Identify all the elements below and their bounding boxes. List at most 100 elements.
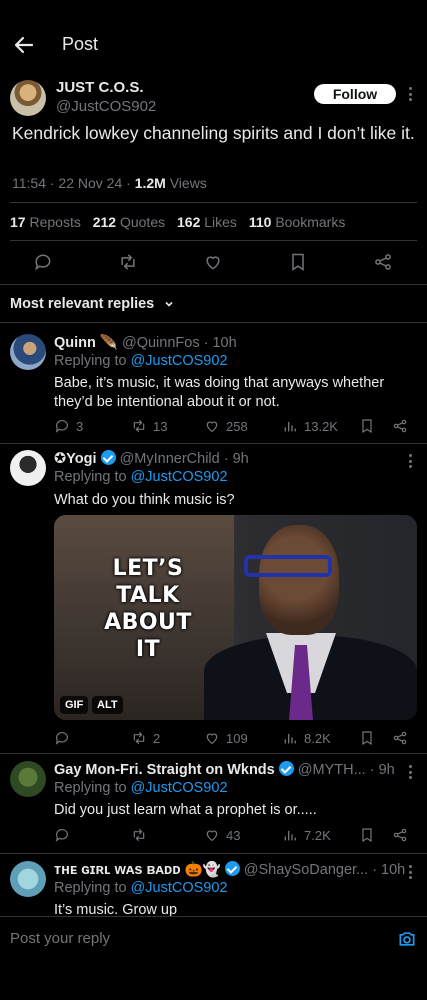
- views-count: 7.2K: [304, 827, 331, 843]
- reposts-stat[interactable]: 17 Reposts: [10, 214, 81, 230]
- gif-figure-head: [259, 525, 339, 635]
- reply-icon: [55, 420, 68, 433]
- divider: [0, 322, 427, 323]
- replying-to: Replying to @JustCOS902: [54, 780, 228, 796]
- share-icon[interactable]: [392, 827, 408, 843]
- like-button[interactable]: 109: [204, 730, 248, 746]
- bookmark-icon[interactable]: [359, 730, 375, 746]
- reply-input[interactable]: [10, 930, 380, 947]
- like-count: 43: [226, 827, 241, 843]
- replying-handle-link[interactable]: @JustCOS902: [131, 353, 228, 369]
- reply-author-name[interactable]: Gay Mon-Fri. Straight on Wknds: [54, 762, 275, 778]
- post-text: Kendrick lowkey channeling spirits and I…: [12, 123, 415, 143]
- like-button[interactable]: 258: [204, 418, 248, 434]
- share-icon[interactable]: [392, 418, 408, 434]
- reply-text: What do you think music is?: [54, 492, 235, 508]
- author-avatar[interactable]: [10, 80, 46, 116]
- divider: [10, 240, 417, 241]
- gif-figure-glasses: [244, 555, 332, 577]
- reply-button[interactable]: [54, 827, 76, 843]
- post-stats: 17 Reposts 212 Quotes 162 Likes 110 Book…: [10, 214, 345, 230]
- reply-avatar[interactable]: [10, 334, 46, 370]
- views-icon: [284, 422, 296, 432]
- reply-item[interactable]: Quinn 🪶 @QuinnFos · 10h Replying to @Jus…: [0, 334, 427, 442]
- share-icon[interactable]: [392, 730, 408, 746]
- reply-handle: @ShaySoDanger...: [243, 862, 369, 878]
- reposts-label: Reposts: [29, 214, 81, 230]
- reply-author-name[interactable]: ᴛʜᴇ ɢɪʀʟ ᴡᴀs ʙᴀᴅᴅ 🎃👻: [54, 862, 221, 878]
- reply-header: ᴛʜᴇ ɢɪʀʟ ᴡᴀs ʙᴀᴅᴅ 🎃👻 @ShaySoDanger... · …: [54, 861, 409, 878]
- reply-author-name[interactable]: ✪Yogi: [54, 451, 97, 467]
- views-label: Views: [165, 175, 207, 191]
- views-button[interactable]: 13.2K: [282, 418, 338, 434]
- reply-header: ✪Yogi @MyInnerChild · 9h: [54, 450, 249, 467]
- author-name[interactable]: JUST C.O.S.: [56, 79, 144, 96]
- more-icon[interactable]: [408, 454, 412, 468]
- like-icon: [206, 421, 218, 433]
- likes-stat[interactable]: 162 Likes: [177, 214, 237, 230]
- repost-icon[interactable]: [118, 252, 138, 272]
- repost-count: 13: [153, 418, 168, 434]
- views-button[interactable]: 7.2K: [282, 827, 331, 843]
- more-icon[interactable]: [408, 87, 412, 101]
- quotes-label: Quotes: [119, 214, 166, 230]
- views-button[interactable]: 8.2K: [282, 730, 331, 746]
- back-arrow-icon[interactable]: [12, 33, 36, 57]
- reply-item[interactable]: ✪Yogi @MyInnerChild · 9h Replying to @Ju…: [0, 450, 427, 750]
- quotes-stat[interactable]: 212 Quotes: [93, 214, 165, 230]
- reply-item[interactable]: Gay Mon-Fri. Straight on Wknds @MYTH... …: [0, 761, 427, 851]
- camera-icon[interactable]: [397, 929, 417, 949]
- reply-gif[interactable]: LET’S TALK ABOUT IT GIF ALT: [54, 515, 417, 720]
- replying-prefix: Replying to: [54, 353, 131, 369]
- bookmark-icon[interactable]: [288, 252, 308, 272]
- replying-handle-link[interactable]: @JustCOS902: [131, 880, 228, 896]
- repost-button[interactable]: 2: [131, 730, 160, 746]
- repost-button[interactable]: [131, 827, 153, 843]
- gif-tag: GIF: [60, 696, 89, 714]
- repost-icon: [133, 829, 145, 841]
- author-handle[interactable]: @JustCOS902: [56, 98, 156, 115]
- repost-icon: [133, 732, 145, 744]
- likes-label: Likes: [204, 214, 237, 230]
- reply-item[interactable]: ᴛʜᴇ ɢɪʀʟ ᴡᴀs ʙᴀᴅᴅ 🎃👻 @ShaySoDanger... · …: [0, 861, 427, 916]
- bookmark-icon[interactable]: [359, 827, 375, 843]
- replying-handle-link[interactable]: @JustCOS902: [131, 780, 228, 796]
- reply-time: · 9h: [365, 762, 395, 778]
- post-author: JUST C.O.S. @JustCOS902 Follow: [0, 70, 427, 130]
- post-time: 11:54 · 22 Nov 24 ·: [12, 175, 135, 191]
- repost-button[interactable]: 13: [131, 418, 167, 434]
- more-icon[interactable]: [408, 865, 412, 879]
- like-button[interactable]: 43: [204, 827, 240, 843]
- post-actions: [0, 248, 427, 276]
- reply-icon[interactable]: [33, 252, 53, 272]
- reply-author-name[interactable]: Quinn 🪶: [54, 335, 118, 351]
- share-icon[interactable]: [373, 252, 393, 272]
- reply-actions: 2 109 8.2K: [54, 730, 419, 750]
- bookmark-icon[interactable]: [359, 418, 375, 434]
- follow-button[interactable]: Follow: [314, 84, 396, 104]
- bookmarks-count: 110: [248, 214, 272, 230]
- replying-handle-link[interactable]: @JustCOS902: [131, 469, 228, 485]
- reply-handle: @MYTH...: [297, 762, 366, 778]
- replying-prefix: Replying to: [54, 780, 131, 796]
- divider: [0, 443, 427, 444]
- alt-tag[interactable]: ALT: [92, 696, 123, 714]
- reply-time: · 10h: [368, 862, 406, 878]
- bookmarks-stat[interactable]: 110 Bookmarks: [249, 214, 346, 230]
- reply-text: It’s music. Grow up: [54, 902, 178, 916]
- divider: [10, 202, 417, 203]
- reply-avatar[interactable]: [10, 450, 46, 486]
- more-icon[interactable]: [408, 765, 412, 779]
- verified-icon: [224, 861, 240, 876]
- reply-button[interactable]: 3: [54, 418, 83, 434]
- reply-avatar[interactable]: [10, 761, 46, 797]
- replying-to: Replying to @JustCOS902: [54, 469, 228, 485]
- views-count: 8.2K: [304, 730, 331, 746]
- like-icon[interactable]: [203, 252, 223, 272]
- repost-icon: [133, 420, 145, 432]
- reply-button[interactable]: [54, 730, 76, 746]
- gif-caption: LET’S TALK ABOUT IT: [104, 556, 192, 662]
- post-meta: 11:54 · 22 Nov 24 · 1.2M Views: [12, 175, 207, 191]
- reply-avatar[interactable]: [10, 861, 46, 897]
- replies-sort-dropdown[interactable]: Most relevant replies: [10, 296, 174, 312]
